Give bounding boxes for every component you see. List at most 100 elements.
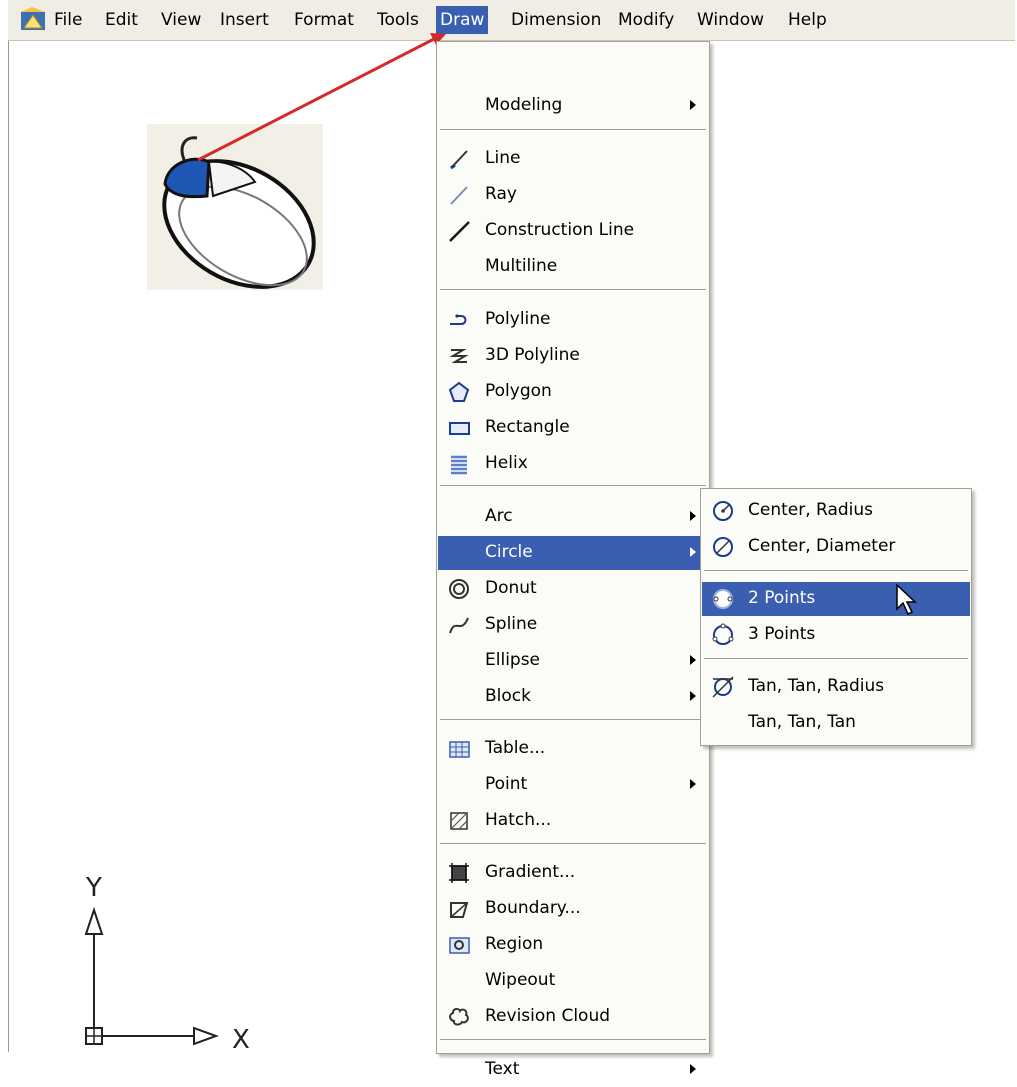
draw-menu-item-wipeout[interactable]: Wipeout [438,964,708,998]
spline-icon [449,617,469,634]
draw-menu-item-label: Rectangle [485,417,570,437]
circle-center-radius-icon [713,501,733,521]
draw-menu-item-revision-cloud[interactable]: Revision Cloud [438,1000,708,1034]
menu-dimension[interactable]: Dimension [511,6,601,34]
draw-menu-item-modeling[interactable]: Modeling [438,89,708,123]
region-icon [449,937,470,954]
circle-submenu-item-label: Center, Radius [748,500,874,520]
submenu-arrow-icon [690,655,696,665]
draw-menu-item-label: Multiline [485,256,558,276]
draw-menu-item-label: 3D Polyline [485,345,580,365]
boundary-icon [450,902,469,918]
menu-separator [440,719,706,721]
ray-icon [450,186,468,205]
draw-menu-item-polygon[interactable]: Polygon [438,375,708,409]
draw-menu-item-multiline[interactable]: Multiline [438,250,708,284]
submenu-arrow-icon [690,511,696,521]
menu-insert[interactable]: Insert [220,6,269,34]
menu-format[interactable]: Format [294,6,354,34]
polyline-icon [450,314,467,325]
3d-polyline-icon [449,349,469,363]
circle-center-diameter-icon [713,537,733,557]
draw-menu-item-label: Wipeout [485,970,556,990]
circle-submenu-item-label: 2 Points [748,588,816,608]
menu-separator [440,1039,706,1041]
circle-3-points-icon [712,623,734,645]
gradient-icon [449,863,469,883]
submenu-arrow-icon [690,100,696,110]
draw-menu-item-label: Ray [485,184,517,204]
draw-menu-item-label: Gradient... [485,862,576,882]
draw-menu-item-arc[interactable]: Arc [438,500,708,534]
draw-menu-item-ray[interactable]: Ray [438,178,708,212]
draw-menu-item-ellipse[interactable]: Ellipse [438,644,708,678]
menu-edit[interactable]: Edit [105,6,138,34]
draw-menu-item-label: Spline [485,614,538,634]
draw-menu-item-label: Region [485,934,544,954]
draw-menu-item-3d-polyline[interactable]: 3D Polyline [438,339,708,373]
polygon-icon [448,381,470,402]
menu-modify[interactable]: Modify [618,6,674,34]
draw-menu-item-construction-line[interactable]: Construction Line [438,214,708,248]
menu-window[interactable]: Window [697,6,764,34]
circle-2-points-icon [713,589,733,609]
circle-submenu-item-2-points[interactable]: 2 Points [702,582,970,616]
draw-menu-item-spline[interactable]: Spline [438,608,708,642]
draw-menu-item-label: Arc [485,506,513,526]
draw-menu-item-label: Construction Line [485,220,635,240]
mouse-icon [162,136,316,289]
draw-menu-item-region[interactable]: Region [438,928,708,962]
draw-menu-item-line[interactable]: Line [438,142,708,176]
circle-submenu-item-tan-tan-radius[interactable]: Tan, Tan, Radius [702,670,970,704]
circle-tan-tan-radius-icon [712,676,734,698]
menu-separator [440,485,706,487]
submenu-arrow-icon [690,1064,696,1074]
menu-draw[interactable]: Draw [436,6,489,34]
draw-menu-item-text[interactable]: Text [438,1053,708,1087]
draw-menu-item-point[interactable]: Point [438,768,708,802]
revision-cloud-icon [449,1007,469,1026]
draw-menu-item-hatch[interactable]: Hatch... [438,804,708,838]
draw-menu-item-label: Polyline [485,309,551,329]
mouse-illustration [147,124,323,290]
draw-menu-item-block[interactable]: Block [438,680,708,714]
draw-menu-item-circle[interactable]: Circle [438,536,708,570]
autocad-app-icon[interactable] [20,6,46,32]
draw-menu-item-donut[interactable]: Donut [438,572,708,606]
table-icon [449,741,470,758]
draw-menu-item-gradient[interactable]: Gradient... [438,856,708,890]
draw-menu-item-helix[interactable]: Helix [438,447,708,481]
draw-menu-item-polyline[interactable]: Polyline [438,303,708,337]
circle-submenu-item-center-radius[interactable]: Center, Radius [702,494,970,528]
circle-submenu-item-3-points[interactable]: 3 Points [702,618,970,652]
menu-view[interactable]: View [161,6,201,34]
circle-submenu-item-center-diameter[interactable]: Center, Diameter [702,530,970,564]
circle-submenu-item-label: Tan, Tan, Radius [748,676,885,696]
menu-separator [440,289,706,291]
hatch-icon [450,812,468,830]
draw-menu-item-label: Point [485,774,528,794]
draw-menu-item-label: Ellipse [485,650,541,670]
circle-submenu-item-label: Tan, Tan, Tan [748,712,856,732]
draw-menu-item-rectangle[interactable]: Rectangle [438,411,708,445]
menu-file[interactable]: File [54,6,82,34]
menu-help[interactable]: Help [788,6,827,34]
menu-bar: File Edit View Insert Format Tools Draw … [8,0,1015,41]
submenu-arrow-icon [690,779,696,789]
circle-submenu-item-tan-tan-tan[interactable]: Tan, Tan, Tan [702,706,970,740]
draw-menu-item-label: Line [485,148,521,168]
rectangle-icon [449,422,470,435]
draw-menu-item-label: Polygon [485,381,552,401]
draw-menu-item-label: Donut [485,578,537,598]
draw-menu-item-table[interactable]: Table... [438,732,708,766]
menu-separator [440,843,706,845]
circle-submenu-item-label: 3 Points [748,624,816,644]
draw-menu-item-boundary[interactable]: Boundary... [438,892,708,926]
submenu-arrow-icon [690,547,696,557]
menu-tools[interactable]: Tools [377,6,419,34]
draw-menu: Modeling Line Ray Construction Line Multilin… [436,41,710,1079]
draw-menu-item-label: Text [485,1059,520,1079]
helix-icon [451,455,467,475]
mouse-cursor-icon [896,583,917,616]
circle-submenu: Center, Radius Center, Diameter 2 Points 3 … [700,488,972,746]
